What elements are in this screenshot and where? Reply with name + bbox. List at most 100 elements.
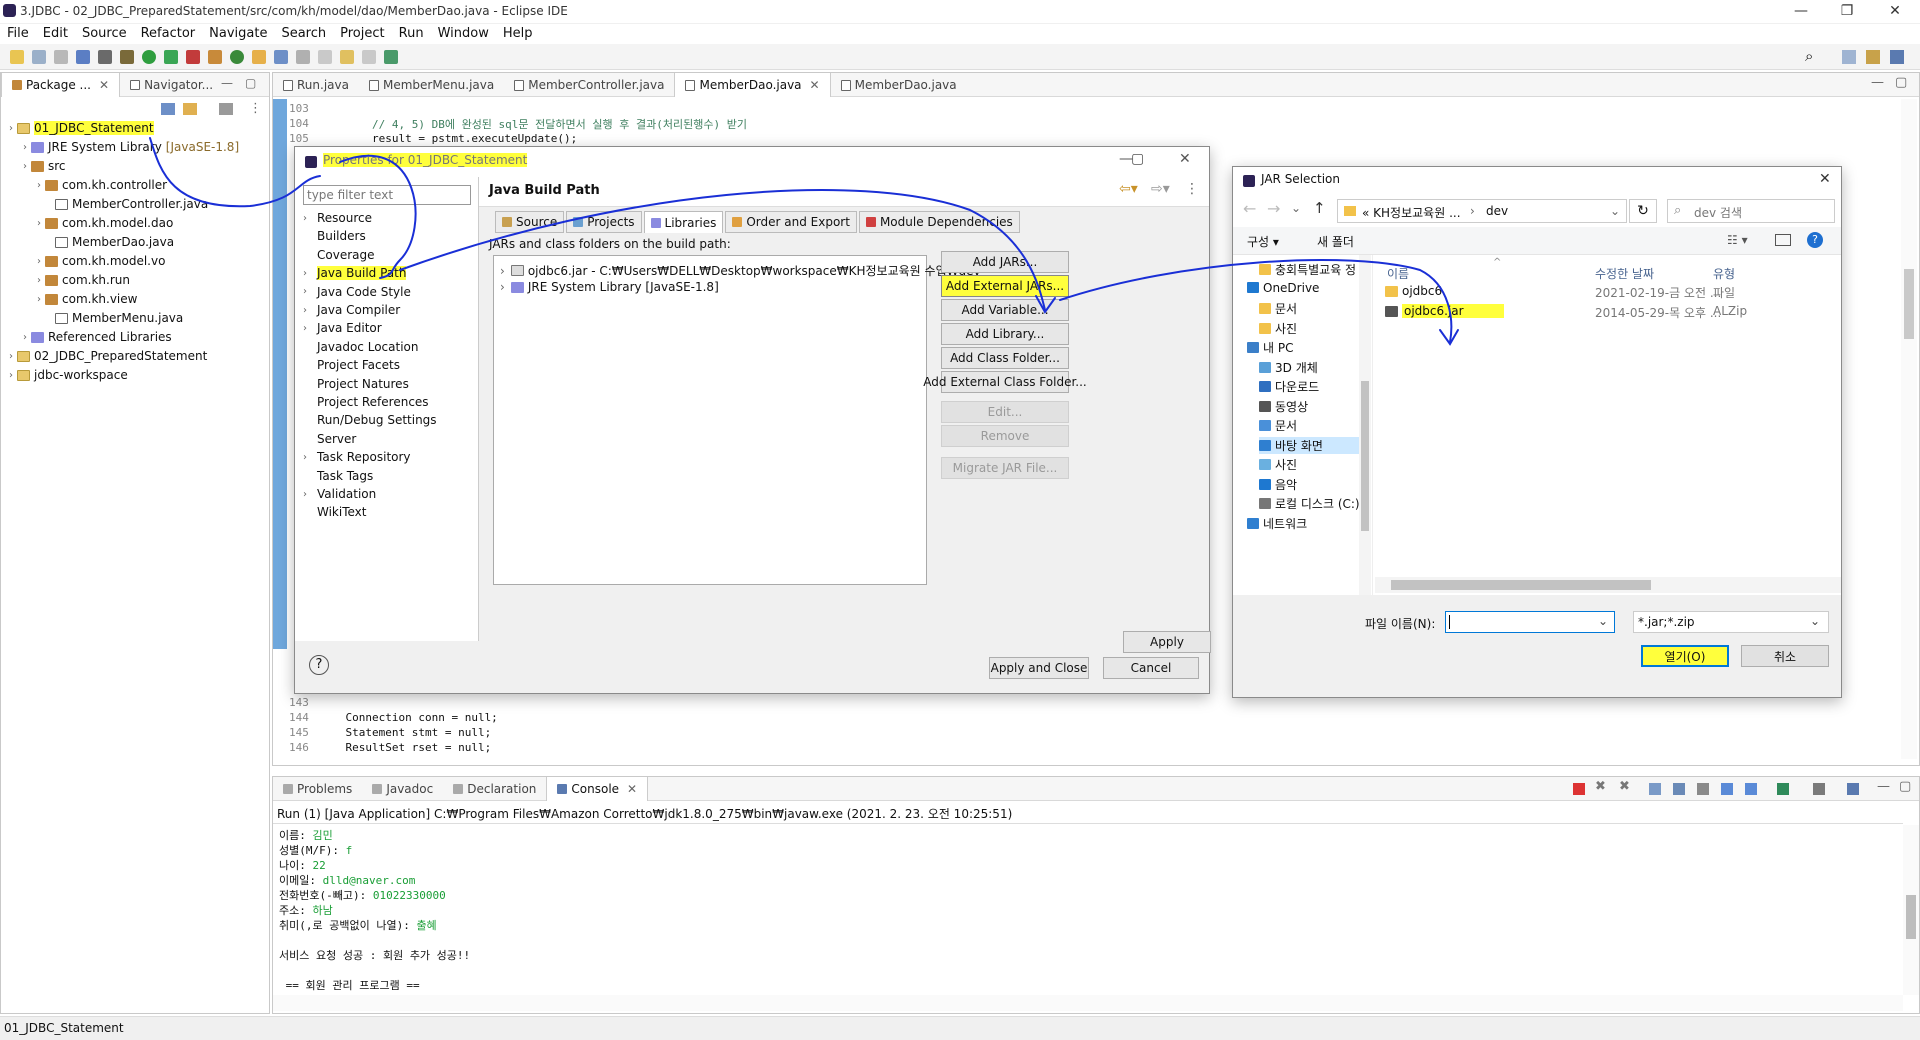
code-line[interactable]: 146 ResultSet rset = null; bbox=[289, 740, 1889, 755]
properties-tree-item[interactable]: › Java Editor bbox=[303, 321, 382, 335]
console-tab[interactable]: Javadoc bbox=[362, 777, 443, 801]
editor-maximize-icon[interactable]: ▢ bbox=[1895, 75, 1907, 90]
filter-icon[interactable] bbox=[219, 103, 233, 115]
expand-icon[interactable]: › bbox=[9, 123, 13, 134]
nav-item[interactable]: 음악 bbox=[1259, 476, 1297, 493]
expand-icon[interactable]: › bbox=[23, 332, 27, 343]
menu-source[interactable]: Source bbox=[75, 24, 134, 41]
expand-icon[interactable]: › bbox=[9, 370, 13, 381]
code-line[interactable]: 105 result = pstmt.executeUpdate(); bbox=[289, 131, 1889, 146]
tab-order-and-export[interactable]: Order and Export bbox=[725, 211, 857, 233]
properties-tree-item[interactable]: WikiText bbox=[303, 505, 367, 519]
editor-tab[interactable]: MemberDao.java bbox=[831, 73, 967, 97]
button-add-external-class-folder[interactable]: Add External Class Folder... bbox=[923, 371, 1087, 393]
close-tab-icon[interactable]: ✕ bbox=[810, 78, 820, 92]
tab-navigator[interactable]: Navigator... bbox=[120, 73, 223, 97]
button-add-class-folder[interactable]: Add Class Folder... bbox=[941, 347, 1069, 369]
new-icon[interactable] bbox=[10, 50, 24, 64]
forward-nav-icon[interactable]: ⇨▾ bbox=[1151, 181, 1170, 197]
menu-navigate[interactable]: Navigate bbox=[202, 24, 274, 41]
java-ee-perspective-icon[interactable] bbox=[1866, 50, 1880, 64]
tree-item[interactable]: › com.kh.model.vo bbox=[37, 254, 165, 268]
nav-item[interactable]: 바탕 화면 bbox=[1259, 436, 1369, 454]
filename-dropdown-icon[interactable]: ⌄ bbox=[1598, 614, 1608, 628]
expand-icon[interactable]: › bbox=[37, 256, 41, 267]
skip-breakpoints-icon[interactable] bbox=[98, 50, 112, 64]
new-java-package-icon[interactable] bbox=[208, 50, 222, 64]
nav-item[interactable]: 다운로드 bbox=[1259, 378, 1319, 395]
properties-tree-item[interactable]: Server bbox=[303, 432, 356, 446]
new-java-class-icon[interactable] bbox=[230, 50, 244, 64]
organize-button[interactable]: 구성 ▾ bbox=[1247, 233, 1279, 250]
menu-file[interactable]: File bbox=[0, 24, 36, 41]
file-hscrollbar[interactable] bbox=[1375, 577, 1841, 593]
apply-button[interactable]: Apply bbox=[1123, 631, 1211, 653]
list-item[interactable]: › ojdbc6.jar - C:₩Users₩DELL₩Desktop₩wor… bbox=[500, 262, 981, 279]
properties-tree-item[interactable]: › Validation bbox=[303, 487, 376, 501]
new-console-icon[interactable] bbox=[1777, 783, 1789, 795]
dialog-maximize-icon[interactable]: ▢ bbox=[1131, 151, 1144, 167]
tree-item[interactable]: › JRE System Library [JavaSE-1.8] bbox=[23, 140, 239, 154]
build-path-list[interactable]: › ojdbc6.jar - C:₩Users₩DELL₩Desktop₩wor… bbox=[493, 255, 981, 585]
tree-item[interactable]: › com.kh.controller bbox=[37, 178, 167, 192]
properties-tree-item[interactable]: Project Facets bbox=[303, 358, 400, 372]
code-line[interactable]: 144 Connection conn = null; bbox=[289, 710, 1889, 725]
tree-item[interactable]: MemberDao.java bbox=[51, 235, 174, 249]
link-editor-icon[interactable] bbox=[183, 103, 197, 115]
annotation-prev-icon[interactable] bbox=[318, 50, 332, 64]
expand-icon[interactable]: › bbox=[23, 142, 27, 153]
nav-up-icon[interactable]: ↑ bbox=[1313, 199, 1326, 217]
nav-item[interactable]: 충회특별교육 정 bbox=[1259, 261, 1356, 278]
editor-tab[interactable]: MemberController.java bbox=[504, 73, 674, 97]
minimize-view-icon[interactable]: — bbox=[221, 76, 233, 90]
properties-tree-item[interactable]: Project References bbox=[303, 395, 429, 409]
button-add-jars[interactable]: Add JARs... bbox=[941, 251, 1069, 273]
refresh-icon[interactable]: ↻ bbox=[1629, 199, 1657, 223]
editor-scrollbar[interactable] bbox=[1901, 99, 1917, 759]
button-add-external-jars[interactable]: Add External JARs... bbox=[941, 275, 1069, 297]
nav-back-icon[interactable]: ← bbox=[1243, 199, 1256, 218]
tree-item[interactable]: › com.kh.view bbox=[37, 292, 137, 306]
button-remove[interactable]: Remove bbox=[941, 425, 1069, 447]
tab-package-explorer[interactable]: Package ... ✕ bbox=[1, 72, 121, 97]
tab-libraries[interactable]: Libraries bbox=[643, 211, 724, 233]
search-toolbar-icon[interactable] bbox=[274, 50, 288, 64]
console-minimize-icon[interactable]: — bbox=[1877, 779, 1890, 794]
address-bar[interactable]: « KH정보교육원 ... › dev ⌄ bbox=[1337, 199, 1627, 223]
external-tools-icon[interactable] bbox=[186, 50, 200, 64]
properties-tree-item[interactable]: › Java Build Path bbox=[303, 266, 407, 281]
apply-and-close-button[interactable]: Apply and Close bbox=[989, 657, 1089, 679]
nav-item[interactable]: 3D 개체 bbox=[1259, 359, 1318, 376]
properties-tree-item[interactable]: Javadoc Location bbox=[303, 340, 418, 354]
terminal-icon[interactable] bbox=[76, 50, 90, 64]
properties-tree-item[interactable]: Coverage bbox=[303, 248, 375, 262]
tree-item[interactable]: › 01_JDBC_Statement bbox=[9, 121, 154, 135]
help-icon[interactable]: ? bbox=[309, 655, 329, 675]
filetype-dropdown-icon[interactable]: ⌄ bbox=[1810, 614, 1820, 628]
maximize-view-icon[interactable]: ▢ bbox=[245, 76, 256, 90]
nav-item[interactable]: 사진 bbox=[1259, 320, 1297, 337]
forward-icon[interactable] bbox=[362, 50, 376, 64]
properties-tree-item[interactable]: › Java Compiler bbox=[303, 303, 400, 317]
page-menu-icon[interactable]: ⋮ bbox=[1185, 181, 1199, 197]
button-migrate-jar-file[interactable]: Migrate JAR File... bbox=[941, 457, 1069, 479]
view-menu-icon[interactable]: ⋮ bbox=[249, 101, 262, 116]
open-console-icon[interactable] bbox=[1847, 783, 1859, 795]
filetype-select[interactable]: *.jar;*.zip ⌄ bbox=[1633, 611, 1829, 633]
menu-edit[interactable]: Edit bbox=[36, 24, 75, 41]
pin-console-icon[interactable] bbox=[1745, 783, 1757, 795]
nav-item[interactable]: 로컬 디스크 (C:) bbox=[1259, 495, 1360, 512]
code-line[interactable]: 103 bbox=[289, 101, 1889, 116]
menu-help[interactable]: Help bbox=[496, 24, 540, 41]
properties-tree-item[interactable]: › Task Repository bbox=[303, 450, 411, 464]
button-add-library[interactable]: Add Library... bbox=[941, 323, 1069, 345]
java-perspective-icon[interactable] bbox=[1890, 50, 1904, 64]
open-type-icon[interactable] bbox=[252, 50, 266, 64]
code-line[interactable]: 145 Statement stmt = null; bbox=[289, 725, 1889, 740]
file-row[interactable]: ojdbc6.jar 2014-05-29-목 오후 ... ALZip bbox=[1375, 303, 1841, 321]
view-options-icon[interactable]: ☷ ▾ bbox=[1727, 233, 1748, 247]
search-icon[interactable]: ⌕ bbox=[1805, 47, 1813, 65]
filename-input[interactable]: ⌄ bbox=[1445, 611, 1615, 633]
nav-item[interactable]: 네트워크 bbox=[1247, 515, 1307, 532]
editor-tab[interactable]: MemberDao.java ✕ bbox=[674, 73, 831, 97]
